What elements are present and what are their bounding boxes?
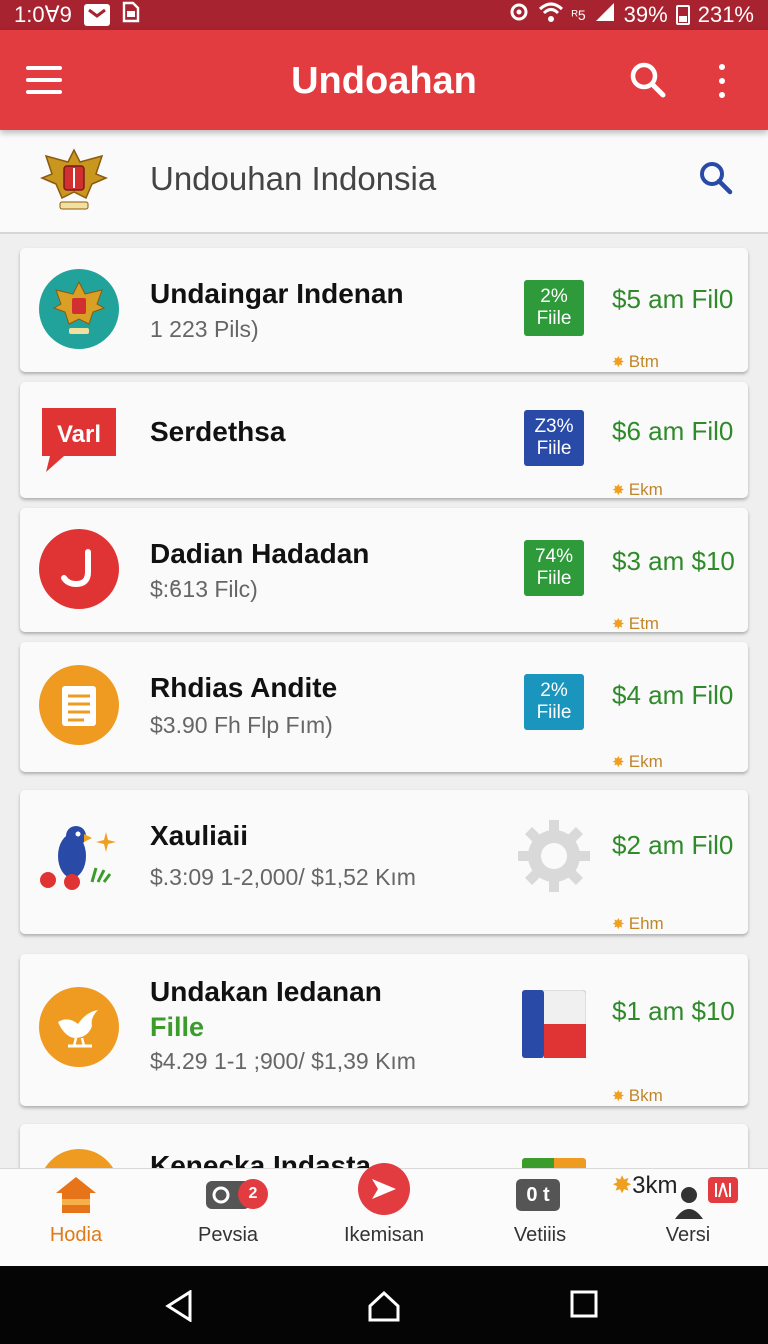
item-subtitle: $.3:09 1-2,000/ $1,52 Kım bbox=[150, 864, 416, 890]
item-name: Undakan Iedanan bbox=[150, 976, 382, 1007]
wifi-icon bbox=[538, 1, 564, 29]
status-time: 1:0Ɐ9 bbox=[14, 2, 72, 27]
badge-strip bbox=[522, 1158, 586, 1168]
tab-versi[interactable]: ✸3km Versi bbox=[612, 1169, 764, 1267]
item-price: $4 am Fil0 bbox=[612, 680, 734, 710]
distance-text: 3km bbox=[632, 1172, 678, 1199]
badge-label: Fiile bbox=[536, 568, 572, 589]
tab-vetiiis[interactable]: 0 t Vetiiis bbox=[464, 1169, 616, 1267]
list-item[interactable]: Varl Serdethsa Z3% Fiile $6 am Fil0 Ekm bbox=[20, 382, 748, 500]
notification-badge: 2 bbox=[238, 1179, 268, 1209]
home-icon bbox=[54, 1175, 98, 1220]
item-distance: Btm bbox=[612, 352, 659, 372]
settings-gear-icon bbox=[516, 818, 592, 899]
tab-ikemisan[interactable]: Ikemisan bbox=[308, 1163, 460, 1267]
item-subtitle: $4.29 1-1 ;900/ $1,39 Kım bbox=[150, 1048, 416, 1074]
item-name: Kenecka Indasta bbox=[150, 1150, 371, 1168]
bottom-navigation: Hodia 2 Pevsia Ikemisan 0 t Vetiiis ✸3km bbox=[0, 1163, 768, 1267]
list-item[interactable]: Xauliaii $.3:09 1-2,000/ $1,52 Kım $2 am… bbox=[20, 790, 748, 934]
tab-label: Versi bbox=[665, 1224, 711, 1246]
orange-circle-icon bbox=[38, 1148, 120, 1168]
more-options-icon[interactable] bbox=[712, 64, 732, 98]
status-bar: 1:0Ɐ9 ᴿ5 39% 231% bbox=[0, 0, 768, 30]
garuda-emblem-icon bbox=[38, 144, 110, 221]
item-name: Undaingar Indenan bbox=[150, 278, 404, 309]
file-badge: 2% Fiile bbox=[524, 280, 584, 336]
item-price: $5 am Fil0 bbox=[612, 284, 734, 314]
bird-icon bbox=[38, 986, 120, 1068]
file-badge: Z3% Fiile bbox=[524, 410, 584, 466]
tab-label: Hodia bbox=[49, 1224, 103, 1246]
item-distance: Etm bbox=[612, 614, 659, 634]
badge-percent: 2% bbox=[540, 286, 568, 307]
tab-pevsia[interactable]: 2 Pevsia bbox=[152, 1169, 304, 1267]
settings-gear-icon bbox=[508, 1, 530, 29]
badge-percent: 2% bbox=[540, 680, 568, 701]
tab-label: Vetiiis bbox=[513, 1224, 567, 1246]
list-item[interactable]: Dadian Hadadan $:ϐ13 Filc) 74% Fiile $3 … bbox=[20, 508, 748, 634]
item-price: $6 am Fil0 bbox=[612, 416, 734, 446]
item-distance: Ehm bbox=[612, 914, 664, 934]
mail-icon bbox=[83, 4, 110, 26]
badge-label: Fiile bbox=[536, 438, 572, 459]
item-name: Xauliaii bbox=[150, 820, 249, 851]
compass-icon bbox=[356, 1161, 412, 1222]
battery-percent: 39% bbox=[623, 2, 668, 27]
badge-percent: Z3% bbox=[534, 416, 574, 437]
item-subtitle: $3.90 Fh Flp Fım) bbox=[150, 712, 333, 738]
battery-icon bbox=[675, 5, 690, 25]
item-distance: Ekm bbox=[612, 480, 663, 500]
tab-label: Pevsia bbox=[197, 1224, 259, 1246]
garuda-teal-icon bbox=[38, 268, 120, 350]
item-file-label: Fille bbox=[150, 1012, 205, 1042]
distance-indicator: ✸3km bbox=[612, 1172, 678, 1199]
item-name: Rhdias Andite bbox=[150, 672, 338, 703]
badge-label: Fiile bbox=[536, 308, 572, 329]
list-item[interactable]: Undakan Iedanan Fille $4.29 1-1 ;900/ $1… bbox=[20, 954, 748, 1106]
item-subtitle: 1 223 Pils) bbox=[150, 316, 259, 342]
list-item[interactable]: Rhdias Andite $3.90 Fh Flp Fım) 2% Fiile… bbox=[20, 642, 748, 772]
system-navigation-bar bbox=[0, 1266, 768, 1344]
menu-icon[interactable] bbox=[26, 66, 62, 94]
sub-header: Undouhan Indonsia bbox=[0, 130, 768, 234]
chat-bubble-icon: Varl bbox=[38, 404, 120, 486]
gift-icon bbox=[708, 1177, 738, 1208]
badge-label: Fiile bbox=[536, 702, 572, 723]
status-extra: 231% bbox=[697, 2, 754, 27]
page-title: Undouhan Indonsia bbox=[150, 160, 437, 197]
screen: 1:0Ɐ9 ᴿ5 39% 231% Undoahan Undouhan Indo… bbox=[0, 0, 768, 1344]
app-bar: Undoahan bbox=[0, 30, 768, 130]
search-icon[interactable] bbox=[698, 160, 734, 201]
item-price: $2 am Fil0 bbox=[612, 830, 734, 860]
back-icon[interactable] bbox=[164, 1289, 194, 1327]
flag-tile-icon bbox=[521, 989, 587, 1063]
signal-icon bbox=[594, 1, 616, 29]
badge-percent: 74% bbox=[534, 546, 574, 567]
list-item[interactable]: Undaingar Indenan 1 223 Pils) 2% Fiile $… bbox=[20, 248, 748, 372]
file-badge: 2% Fiile bbox=[524, 674, 584, 730]
network-type: ᴿ5 bbox=[571, 7, 586, 23]
file-badge: 74% Fiile bbox=[524, 540, 584, 596]
search-icon[interactable] bbox=[628, 60, 668, 105]
item-name: Dadian Hadadan bbox=[150, 538, 370, 569]
content-list: Undaingar Indenan 1 223 Pils) 2% Fiile $… bbox=[0, 234, 768, 1168]
file-icon bbox=[122, 1, 140, 29]
item-price: $1 am $10 bbox=[612, 996, 735, 1026]
item-name: Serdethsa bbox=[150, 416, 286, 447]
item-subtitle: $:ϐ13 Filc) bbox=[150, 576, 258, 602]
person-icon bbox=[674, 1185, 704, 1224]
tab-hodia[interactable]: Hodia bbox=[0, 1169, 152, 1267]
item-distance: Bkm bbox=[612, 1086, 663, 1106]
tab-label: Ikemisan bbox=[343, 1224, 425, 1246]
notepad-icon bbox=[38, 664, 120, 746]
media-icon: 0 t bbox=[516, 1179, 560, 1211]
item-price: $3 am $10 bbox=[612, 546, 735, 576]
recents-icon[interactable] bbox=[570, 1290, 598, 1323]
item-distance: Ekm bbox=[612, 752, 663, 772]
red-circle-icon bbox=[38, 528, 120, 610]
parrot-icon bbox=[38, 818, 120, 900]
home-button-icon[interactable] bbox=[368, 1290, 400, 1327]
chat-icon-text: Varl bbox=[57, 421, 101, 448]
